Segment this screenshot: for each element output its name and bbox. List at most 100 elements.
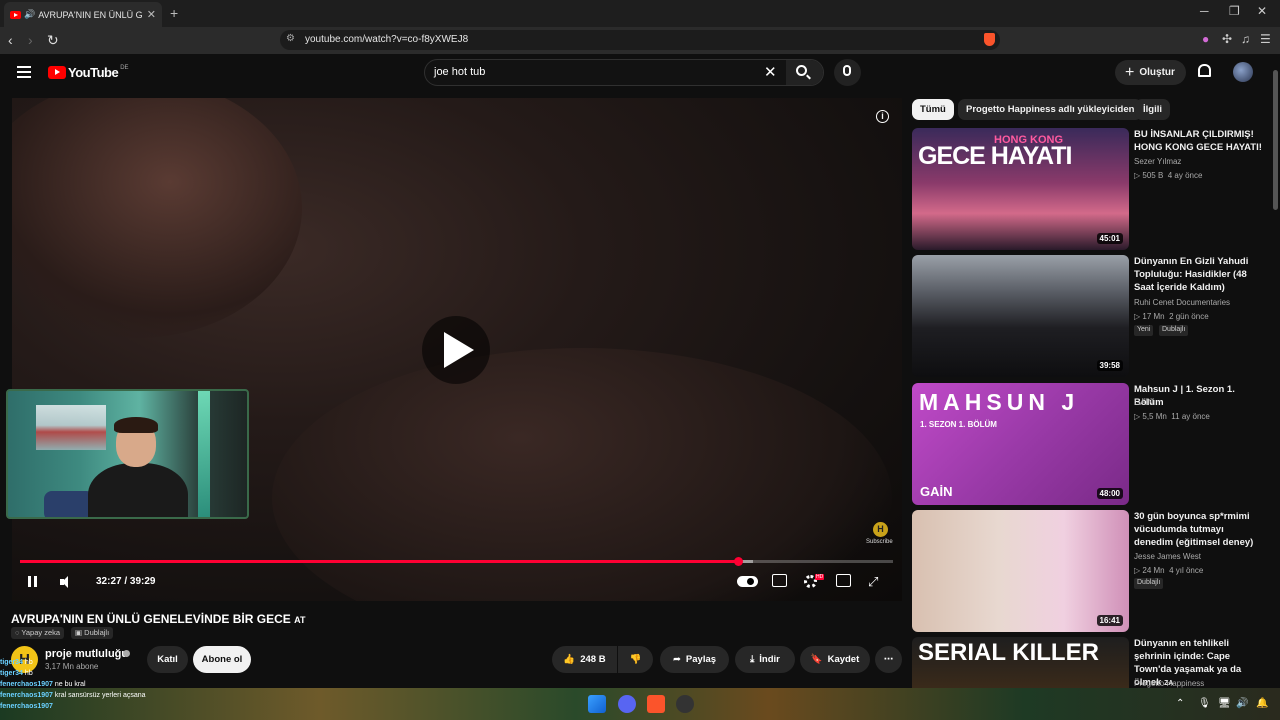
create-label: Oluştur [1139, 67, 1175, 78]
chat-text: ne bu kral [54, 681, 86, 688]
scrollbar-thumb[interactable] [1273, 70, 1278, 210]
filter-chip-uploader[interactable]: Progetto Happiness adlı yükleyiciden [958, 99, 1143, 120]
stream-chat-overlay: tiger34 hb tiger34 hb fenerchaos1907 ne … [0, 657, 146, 712]
info-icon[interactable]: i [876, 110, 889, 123]
rec-title[interactable]: Dünyanın En Gizli Yahudi Topluluğu: Hasi… [1134, 255, 1264, 294]
duration-badge: 39:58 [1096, 360, 1123, 371]
volume-icon[interactable] [60, 576, 72, 588]
bookmark-icon: 🔖 [810, 654, 823, 665]
rec-age: 4 ay önce [1167, 171, 1203, 180]
new-tab-button[interactable]: + [170, 5, 178, 21]
close-tab-icon[interactable]: ✕ [147, 8, 156, 21]
like-count: 248 B [580, 654, 606, 665]
microphone-icon [843, 65, 851, 76]
share-button[interactable]: ➦ Paylaş [660, 646, 729, 673]
rec-age: 11 ay önce [1171, 412, 1210, 421]
reload-icon[interactable]: ↻ [47, 32, 59, 49]
rec-channel[interactable]: Jesse James West [1134, 552, 1201, 561]
close-window-icon[interactable]: ✕ [1257, 4, 1267, 18]
speaker-icon[interactable]: 🔊 [24, 9, 35, 20]
rec-meta: ▷ 5,5 Mn 11 ay önce [1134, 412, 1210, 421]
streamer-body [88, 463, 188, 517]
rec-views: 505 B [1142, 171, 1164, 180]
rec-views: 17 Mn [1142, 312, 1165, 321]
extension-icon[interactable]: ● [1202, 32, 1209, 46]
chat-user: fenerchaos1907 [0, 703, 53, 710]
rec-views: 5,5 Mn [1142, 412, 1167, 421]
rec-thumbnail[interactable]: 39:58 [912, 255, 1129, 377]
filter-chip-related[interactable]: İlgili [1135, 99, 1170, 120]
notifications-bell-icon[interactable] [1198, 64, 1211, 77]
hamburger-menu-icon[interactable] [17, 66, 31, 78]
restore-icon[interactable]: ❐ [1229, 4, 1240, 18]
dubbed-badge: Dublajlı [1159, 325, 1189, 336]
progress-played [20, 560, 738, 563]
rec-channel[interactable]: Sezer Yılmaz [1134, 157, 1181, 166]
rec-title[interactable]: 30 gün boyunca sp*rmimi vücudumda tutmay… [1134, 510, 1264, 549]
back-icon[interactable]: ‹ [8, 32, 13, 48]
dubbed-chip-label: Dublajlı [84, 628, 110, 637]
tray-mic-icon[interactable]: 🎙 [1198, 698, 1211, 709]
chat-user: tiger34 [0, 670, 23, 677]
youtube-logo[interactable]: YouTube DE [48, 65, 129, 80]
verified-icon [123, 650, 130, 657]
streamer-webcam [6, 389, 249, 519]
like-button[interactable]: 👍 248 B [552, 646, 617, 673]
browser-menu-icon[interactable]: ☰ [1260, 32, 1271, 46]
subtitles-icon[interactable] [772, 574, 787, 587]
media-icon[interactable]: ♫ [1241, 32, 1250, 46]
download-button[interactable]: ⤓ İndir [735, 646, 795, 673]
save-button[interactable]: 🔖 Kaydet [800, 646, 870, 673]
fullscreen-icon[interactable]: ⤢ [868, 574, 878, 590]
rec-views: 24 Mn [1142, 566, 1165, 575]
forward-icon[interactable]: › [28, 32, 33, 48]
rec-title[interactable]: BU İNSANLAR ÇILDIRMIŞ! HONG KONG GECE HA… [1134, 128, 1264, 154]
browser-tab[interactable]: 🔊 AVRUPA'NIN EN ÜNLÜ GENELEVİNDE BİR GEC… [4, 2, 162, 27]
chat-text: kral sansürsüz yerleri açsana [54, 692, 146, 699]
more-actions-button[interactable]: ⋯ [875, 646, 902, 673]
progress-scrubber-handle[interactable] [734, 557, 743, 566]
brave-browser-icon[interactable] [647, 695, 665, 713]
windows-start-icon[interactable] [588, 695, 606, 713]
rec-thumbnail[interactable]: HONG KONG GECE HAYATI 45:01 [912, 128, 1129, 250]
autoplay-toggle[interactable] [737, 576, 758, 587]
rec-channel[interactable]: GAİN [1134, 398, 1154, 407]
chat-message: fenerchaos1907 kral sansürsüz yerleri aç… [0, 690, 146, 701]
chat-text: hb [24, 670, 33, 677]
tray-chevron-icon[interactable]: ⌃ [1176, 698, 1184, 709]
tray-volume-icon[interactable]: 🔊 [1236, 698, 1248, 709]
create-button[interactable]: + Oluştur [1115, 60, 1186, 85]
tray-notification-icon[interactable]: 🔔 [1256, 698, 1268, 709]
minimize-icon[interactable]: ─ [1200, 4, 1209, 18]
thumb-logo: GAİN [920, 484, 953, 499]
rec-thumbnail[interactable]: 16:41 [912, 510, 1129, 632]
obs-icon[interactable] [676, 695, 694, 713]
save-label: Kaydet [827, 654, 860, 665]
channel-watermark[interactable]: H [873, 522, 888, 537]
url-text: youtube.com/watch?v=co-f8yXWEJ8 [305, 34, 469, 45]
brave-shield-icon[interactable] [984, 33, 995, 46]
video-title-text: AVRUPA'NIN EN ÜNLÜ GENELEVİNDE BİR GECE [11, 612, 291, 626]
rec-channel[interactable]: Ruhi Cenet Documentaries [1134, 298, 1230, 307]
clear-search-icon[interactable]: ✕ [764, 63, 777, 81]
tray-network-icon[interactable]: 🖥 [1218, 698, 1231, 709]
account-avatar[interactable] [1233, 62, 1253, 82]
rec-channel[interactable]: Progetto Happiness [1134, 679, 1204, 688]
share-label: Paylaş [685, 654, 717, 665]
extensions-puzzle-icon[interactable]: ✣ [1222, 32, 1232, 46]
dislike-button[interactable]: 👎 [618, 646, 653, 673]
rgb-light [198, 391, 210, 517]
filter-chip-all[interactable]: Tümü [912, 99, 954, 120]
pause-icon[interactable] [28, 576, 37, 587]
rec-thumbnail[interactable]: SERIAL KILLER [912, 637, 1129, 688]
join-button[interactable]: Katıl [147, 646, 188, 673]
rec-meta: ▷ 24 Mn 4 yıl önce [1134, 566, 1204, 575]
discord-icon[interactable] [618, 695, 636, 713]
big-play-button[interactable] [422, 316, 490, 384]
site-info-icon[interactable]: ⚙ [286, 33, 295, 44]
rec-thumbnail[interactable]: MAHSUN J 1. SEZON 1. BÖLÜM GAİN 48:00 [912, 383, 1129, 505]
download-icon: ⤓ [750, 654, 755, 665]
subscribe-button[interactable]: Abone ol [193, 646, 251, 673]
theater-mode-icon[interactable] [836, 574, 851, 587]
rec-age: 2 gün önce [1169, 312, 1209, 321]
